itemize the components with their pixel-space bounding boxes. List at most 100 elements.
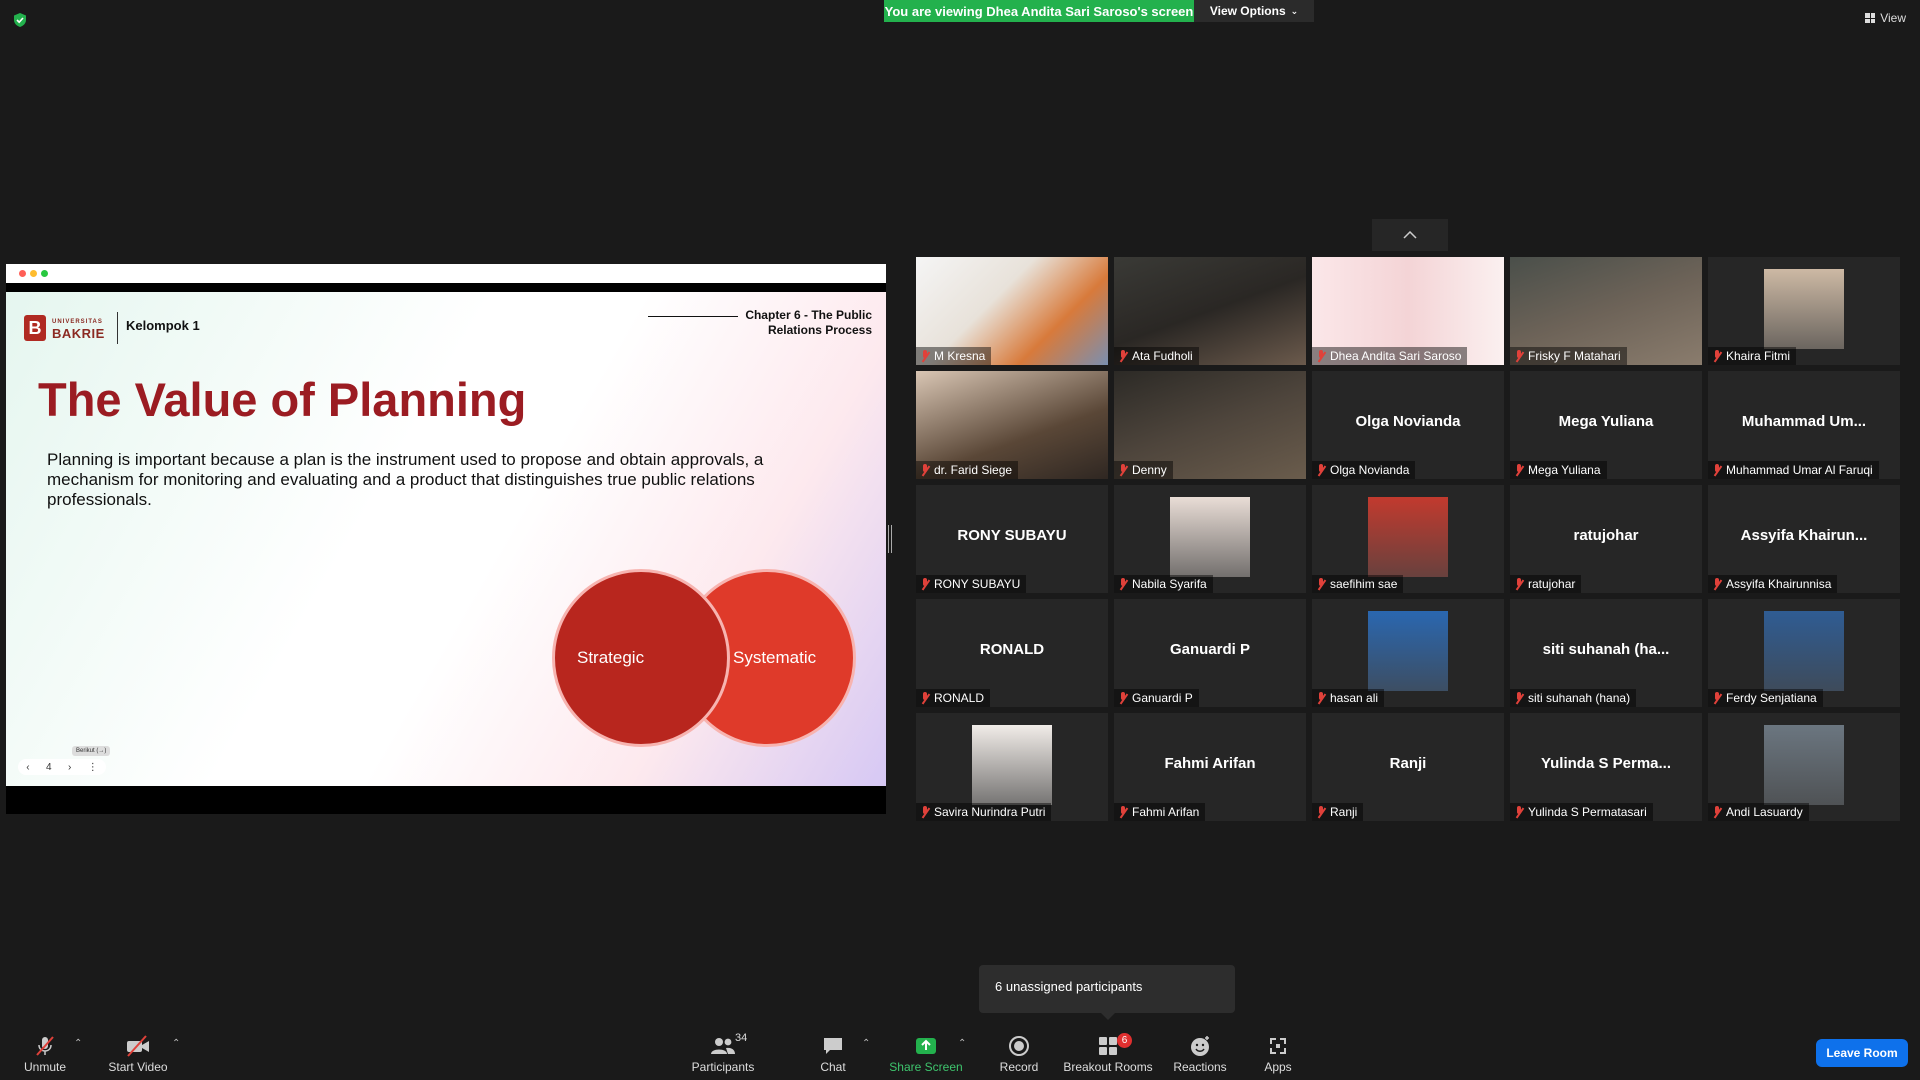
- unmute-button[interactable]: Unmute: [22, 1032, 68, 1074]
- participant-tile[interactable]: ratujohar ratujohar: [1510, 485, 1702, 593]
- security-shield-icon[interactable]: [12, 12, 28, 28]
- participants-label: Participants: [691, 1060, 755, 1074]
- participant-avatar: [972, 725, 1052, 805]
- participants-button[interactable]: 34 Participants: [690, 1032, 756, 1074]
- participant-name-label: Denny: [1114, 461, 1173, 479]
- participant-name: siti suhanah (hana): [1528, 691, 1631, 705]
- participant-tile[interactable]: Khaira Fitmi: [1708, 257, 1900, 365]
- logo-divider: [116, 312, 118, 344]
- participant-name: ratujohar: [1528, 577, 1576, 591]
- participant-display-name: Assyifa Khairun...: [1740, 527, 1868, 544]
- leave-room-button[interactable]: Leave Room: [1816, 1039, 1908, 1067]
- participant-name: Ferdy Senjatiana: [1726, 691, 1817, 705]
- chevron-up-icon: [1403, 231, 1417, 239]
- next-slide-icon[interactable]: ›: [68, 762, 71, 773]
- participant-tile[interactable]: Ranji Ranji: [1312, 713, 1504, 821]
- participant-name-label: Khaira Fitmi: [1708, 347, 1797, 365]
- grid-view-icon: [1865, 13, 1876, 23]
- chat-button[interactable]: Chat: [816, 1032, 850, 1074]
- previous-slide-icon[interactable]: ‹: [26, 762, 29, 773]
- participant-tile[interactable]: Yulinda S Perma... Yulinda S Permatasari: [1510, 713, 1702, 821]
- participant-tile[interactable]: RONALD RONALD: [916, 599, 1108, 707]
- reactions-button[interactable]: Reactions: [1172, 1032, 1228, 1074]
- muted-microphone-icon: [920, 692, 930, 704]
- participant-display-name: RONY SUBAYU: [957, 527, 1067, 544]
- participant-name-label: hasan ali: [1312, 689, 1385, 707]
- audio-options-chevron-icon[interactable]: ⌃: [74, 1038, 82, 1049]
- minimize-dot-icon: [30, 270, 37, 277]
- participant-avatar: [1764, 269, 1844, 349]
- participant-name-label: Ganuardi P: [1114, 689, 1199, 707]
- chevron-down-icon: ⌄: [1290, 5, 1299, 16]
- participant-tile[interactable]: M Kresna: [916, 257, 1108, 365]
- view-options-button[interactable]: View Options ⌄: [1194, 0, 1314, 22]
- meeting-toolbar: Unmute ⌃ Start Video ⌃ 34 Participants C…: [0, 1024, 1920, 1080]
- collapse-gallery-button[interactable]: [1372, 219, 1448, 251]
- participant-tile[interactable]: RONY SUBAYU RONY SUBAYU: [916, 485, 1108, 593]
- participant-tile[interactable]: hasan ali: [1312, 599, 1504, 707]
- share-screen-button[interactable]: Share Screen: [888, 1032, 964, 1074]
- participant-tile[interactable]: Fahmi Arifan Fahmi Arifan: [1114, 713, 1306, 821]
- more-options-icon[interactable]: ⋮: [88, 762, 98, 773]
- participant-tile[interactable]: Muhammad Um... Muhammad Umar Al Faruqi: [1708, 371, 1900, 479]
- participant-display-name: Olga Novianda: [1355, 413, 1461, 430]
- chat-label: Chat: [820, 1060, 846, 1074]
- participant-name: hasan ali: [1330, 691, 1379, 705]
- next-slide-tooltip: Berikut (→): [72, 746, 111, 756]
- muted-microphone-icon: [920, 464, 930, 476]
- muted-microphone-icon: [1514, 578, 1524, 590]
- muted-microphone-icon: [1118, 350, 1128, 362]
- participant-tile[interactable]: Denny: [1114, 371, 1306, 479]
- participant-tile[interactable]: siti suhanah (ha... siti suhanah (hana): [1510, 599, 1702, 707]
- participant-tile[interactable]: Olga Novianda Olga Novianda: [1312, 371, 1504, 479]
- video-options-chevron-icon[interactable]: ⌃: [172, 1038, 180, 1049]
- participant-tile[interactable]: Mega Yuliana Mega Yuliana: [1510, 371, 1702, 479]
- apps-icon: [1270, 1038, 1286, 1054]
- participant-avatar: [1368, 611, 1448, 691]
- muted-microphone-icon: [1316, 350, 1326, 362]
- record-label: Record: [999, 1060, 1039, 1074]
- participant-tile[interactable]: Savira Nurindra Putri: [916, 713, 1108, 821]
- start-video-button[interactable]: Start Video: [106, 1032, 170, 1074]
- chat-options-chevron-icon[interactable]: ⌃: [862, 1038, 870, 1049]
- participant-name: Dhea Andita Sari Saroso: [1330, 349, 1462, 363]
- muted-microphone-icon: [1514, 350, 1524, 362]
- record-icon: [1009, 1036, 1029, 1056]
- split-view-handle[interactable]: [888, 525, 892, 553]
- participant-tile[interactable]: dr. Farid Siege: [916, 371, 1108, 479]
- participant-tile[interactable]: Ata Fudholi: [1114, 257, 1306, 365]
- participant-tile[interactable]: Dhea Andita Sari Saroso: [1312, 257, 1504, 365]
- participant-name: Ata Fudholi: [1132, 349, 1193, 363]
- participant-tile[interactable]: Frisky F Matahari: [1510, 257, 1702, 365]
- university-logo: B UNIVERSITAS BAKRIE: [24, 312, 118, 344]
- participant-name: RONALD: [934, 691, 985, 705]
- record-button[interactable]: Record: [996, 1032, 1042, 1074]
- participant-name-label: Ata Fudholi: [1114, 347, 1199, 365]
- participant-tile[interactable]: saefihim sae: [1312, 485, 1504, 593]
- muted-microphone-icon: [1316, 578, 1326, 590]
- participant-tile[interactable]: Ganuardi P Ganuardi P: [1114, 599, 1306, 707]
- participant-name-label: saefihim sae: [1312, 575, 1404, 593]
- participant-tile[interactable]: Assyifa Khairun... Assyifa Khairunnisa: [1708, 485, 1900, 593]
- apps-button[interactable]: Apps: [1262, 1032, 1294, 1074]
- participant-tile[interactable]: Ferdy Senjatiana: [1708, 599, 1900, 707]
- view-button[interactable]: View: [1865, 11, 1906, 25]
- presentation-slide: B UNIVERSITAS BAKRIE Kelompok 1 Chapter …: [6, 292, 886, 786]
- participant-name: Assyifa Khairunnisa: [1726, 577, 1832, 591]
- participant-name-label: Olga Novianda: [1312, 461, 1416, 479]
- shared-window-titlebar: [6, 264, 886, 283]
- breakout-rooms-button[interactable]: 6 Breakout Rooms: [1063, 1032, 1153, 1074]
- muted-microphone-icon: [1316, 692, 1326, 704]
- participant-display-name: Yulinda S Perma...: [1540, 755, 1672, 772]
- participant-avatar: [1170, 497, 1250, 577]
- participants-icon: [711, 1038, 735, 1054]
- participant-tile[interactable]: Nabila Syarifa: [1114, 485, 1306, 593]
- share-options-chevron-icon[interactable]: ⌃: [958, 1038, 966, 1049]
- participant-display-name: Mega Yuliana: [1558, 413, 1654, 430]
- breakout-badge: 6: [1117, 1033, 1132, 1048]
- participant-display-name: ratujohar: [1573, 527, 1639, 544]
- share-screen-icon: [916, 1038, 936, 1054]
- participant-tile[interactable]: Andi Lasuardy: [1708, 713, 1900, 821]
- start-video-label: Start Video: [108, 1060, 168, 1074]
- participant-name-label: Yulinda S Permatasari: [1510, 803, 1653, 821]
